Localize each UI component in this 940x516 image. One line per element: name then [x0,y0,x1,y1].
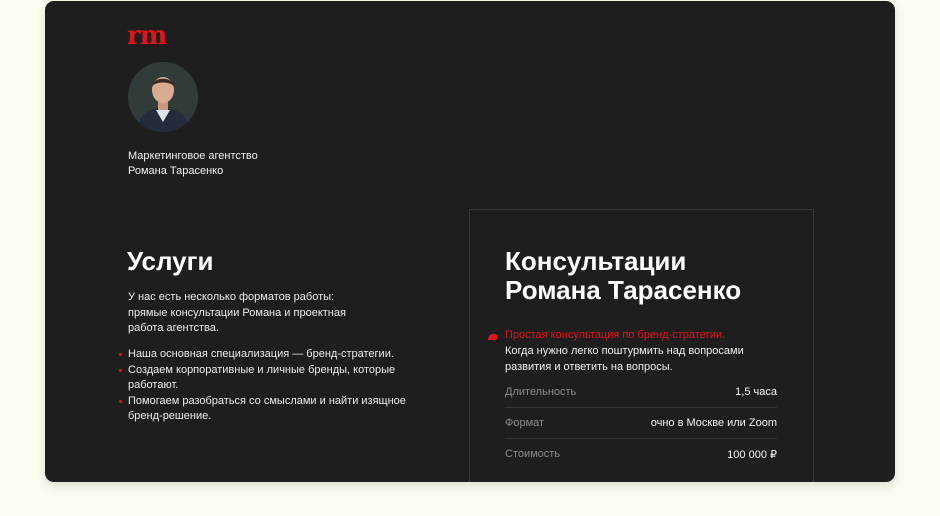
consultation-panel: Консультации Романа Тарасенко Простая ко… [469,209,814,482]
list-item: Создаем корпоративные и личные бренды, к… [119,363,443,394]
detail-row-duration: Длительность 1,5 часа [505,377,777,408]
services-heading: Услуги [127,246,214,276]
list-item: Помогаем разобраться со смыслами и найти… [119,394,443,425]
main-card: rm Маркетинговое агентство Романа Тарасе… [45,1,895,482]
consultation-description: Когда нужно легко поштурмить над вопроса… [505,345,744,373]
services-intro: У нас есть несколько форматов работы: пр… [128,291,346,334]
consultation-details: Длительность 1,5 часа Формат очно в Моск… [505,377,777,469]
detail-row-format: Формат очно в Москве или Zoom [505,408,777,439]
consultation-title: Консультации Романа Тарасенко [505,246,742,305]
detail-label: Длительность [505,386,577,398]
consultation-highlight: Простая консультация по бренд-стратегии. [505,329,726,341]
avatar [128,62,198,132]
detail-value: 1,5 часа [735,386,777,398]
detail-value: 100 000 ₽ [727,448,777,461]
brand-logo[interactable]: rm [127,23,167,49]
detail-value: очно в Москве или Zoom [650,417,777,429]
detail-row-price: Стоимость 100 000 ₽ [505,439,777,469]
highlight-marker-icon [487,329,499,347]
list-item: Наша основная специализация — бренд-стра… [119,347,443,363]
services-list: Наша основная специализация — бренд-стра… [119,347,443,425]
detail-label: Стоимость [505,448,561,460]
agency-name: Маркетинговое агентство Романа Тарасенко [128,150,258,177]
detail-label: Формат [505,417,545,429]
